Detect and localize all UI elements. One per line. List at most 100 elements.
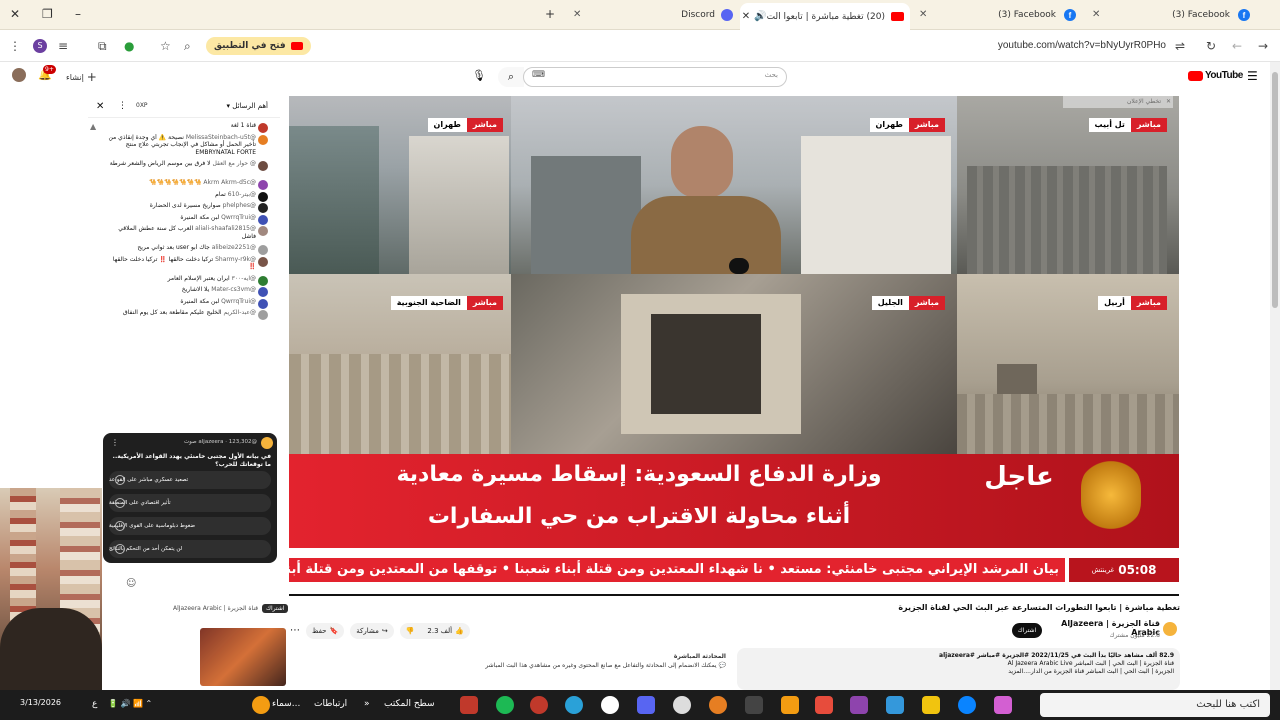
chat-mode-dropdown[interactable]: أهم الرسائل ▾ bbox=[227, 102, 268, 110]
chat-message[interactable]: @ حوار مع العقل لا فرق بين موسم الرياض و… bbox=[108, 160, 256, 168]
tab-close-icon[interactable]: ✕ bbox=[573, 9, 581, 20]
new-tab-button[interactable]: + bbox=[545, 7, 555, 21]
search-page-icon[interactable]: ⌕ bbox=[184, 39, 191, 54]
app-icon[interactable] bbox=[850, 696, 868, 714]
youtube-logo[interactable]: YouTube bbox=[1188, 70, 1243, 81]
app-icon[interactable] bbox=[709, 696, 727, 714]
dislike-icon[interactable]: 👎 bbox=[406, 627, 415, 635]
chat-message[interactable]: @Mater-cs3vm يلا الاشاريخ bbox=[108, 286, 256, 294]
close-icon[interactable]: ✕ bbox=[1166, 96, 1171, 108]
like-icon[interactable]: 👍 bbox=[455, 627, 464, 635]
app-icon[interactable] bbox=[530, 696, 548, 714]
open-in-app-button[interactable]: فتح في التطبيق bbox=[206, 37, 311, 55]
chat-author[interactable]: @MelissaSteinbach-u5t bbox=[184, 134, 256, 141]
description-box[interactable]: 82.9 ألف مشاهد حاليًا بدأ البث في 2022/1… bbox=[737, 648, 1180, 690]
more-actions-icon[interactable]: ⋯ bbox=[290, 623, 300, 639]
page-scrollbar[interactable] bbox=[1270, 62, 1280, 690]
chat-message[interactable]: @بيتر-610 تمام bbox=[108, 191, 256, 199]
close-chat-icon[interactable]: ✕ bbox=[96, 101, 104, 112]
edge-icon[interactable] bbox=[958, 696, 976, 714]
minimize-window-icon[interactable]: – bbox=[75, 7, 81, 21]
chat-avatar[interactable] bbox=[258, 203, 268, 213]
speaker-icon[interactable]: 🔊 bbox=[754, 11, 766, 22]
weather-icon[interactable] bbox=[252, 696, 270, 714]
weather-label[interactable]: سماء... bbox=[272, 699, 300, 709]
search-input[interactable]: ⌨ بحث bbox=[523, 67, 787, 87]
chat-author[interactable]: @Akrm Akrm-d5c bbox=[202, 179, 256, 186]
save-button[interactable]: حفظ 🔖 bbox=[306, 623, 345, 639]
recommended-thumbnail[interactable] bbox=[200, 628, 286, 686]
chat-author[interactable]: @alibeize2251 bbox=[210, 244, 256, 251]
scrollbar-thumb[interactable] bbox=[1272, 72, 1278, 308]
keyboard-icon[interactable]: ⌨ bbox=[532, 70, 778, 80]
extensions-icon[interactable]: ⧉ bbox=[98, 39, 107, 54]
chat-author[interactable]: @بيتر-610 bbox=[226, 191, 256, 198]
extension-icon[interactable]: ● bbox=[124, 39, 134, 53]
subscribe-button[interactable]: اشتراك bbox=[1012, 623, 1042, 638]
chat-avatar[interactable] bbox=[258, 191, 268, 202]
search-button[interactable]: ⌕ bbox=[498, 67, 524, 87]
system-tray-icons[interactable]: 🔋 🔊 📶 ⌃ bbox=[108, 699, 152, 708]
chat-author[interactable]: @ حوار مع العقل bbox=[211, 160, 256, 167]
chat-message[interactable]: @phelphes صواريخ مسيرة لدى الحضارة bbox=[108, 202, 256, 210]
copilot-icon[interactable] bbox=[994, 696, 1012, 714]
chat-message[interactable]: @QwrrqTrui لبن مكة المنيرة bbox=[108, 214, 256, 222]
app-icon[interactable] bbox=[460, 696, 478, 714]
taskbar-clock[interactable]: 3/13/2026 bbox=[20, 698, 61, 707]
tab-facebook-1[interactable]: f (3) Facebook bbox=[931, 4, 1076, 26]
chat-avatar[interactable] bbox=[258, 134, 268, 145]
youtube-icon[interactable] bbox=[815, 696, 833, 714]
close-window-icon[interactable]: ✕ bbox=[10, 7, 20, 21]
taskbar-search[interactable]: اكتب هنا للبحث bbox=[1040, 693, 1270, 717]
telegram-icon[interactable] bbox=[565, 696, 583, 714]
channel-avatar[interactable] bbox=[1163, 622, 1177, 636]
emoji-icon[interactable]: ☺ bbox=[126, 578, 136, 589]
chat-avatar[interactable] bbox=[258, 287, 268, 297]
chat-message[interactable]: @ايه-٣٠٠ ايران يعتبر الإسلام العامر bbox=[108, 275, 256, 283]
guide-menu-icon[interactable]: ☰ bbox=[1247, 69, 1258, 83]
create-button[interactable]: إنشاء + bbox=[66, 68, 97, 86]
chat-scroll-up-icon[interactable]: ▲ bbox=[90, 122, 96, 131]
chat-avatar[interactable] bbox=[258, 256, 268, 267]
profile-icon[interactable]: S bbox=[33, 39, 47, 53]
chat-author[interactable]: @عبد-الكريم bbox=[222, 309, 257, 316]
chat-author[interactable]: @Mater-cs3vm bbox=[209, 286, 256, 293]
chatgpt-icon[interactable] bbox=[601, 696, 619, 714]
chat-avatar[interactable] bbox=[258, 123, 268, 133]
chrome-icon[interactable] bbox=[673, 696, 691, 714]
avatar[interactable] bbox=[12, 68, 26, 82]
skip-ad-bar[interactable]: تخطي الإعلان ✕ bbox=[1063, 96, 1173, 108]
tab-discord[interactable]: Discord bbox=[585, 4, 733, 26]
forward-icon[interactable]: ← bbox=[1232, 39, 1242, 53]
tab-facebook-2[interactable]: f (3) Facebook bbox=[1104, 4, 1250, 26]
subscribe-mini-button[interactable]: اشتراك bbox=[262, 604, 289, 613]
chat-menu-icon[interactable]: ⋮ bbox=[118, 101, 127, 111]
chat-avatar[interactable] bbox=[258, 245, 268, 255]
browser-menu-icon[interactable]: ⋮ bbox=[9, 39, 21, 53]
chat-message[interactable]: @QwrrqTrui لبن مكة المنيرة bbox=[108, 298, 256, 306]
share-button[interactable]: مشاركة ↪ bbox=[350, 623, 394, 639]
tab-youtube-live[interactable]: (20) تغطية مباشرة | تابعوا الت 🔊 ✕ bbox=[740, 3, 910, 30]
input-language[interactable]: ع bbox=[92, 699, 97, 709]
poll-option[interactable]: تصعيد عسكري مباشر على القواعد bbox=[109, 471, 271, 489]
list-icon[interactable]: ≡ bbox=[58, 39, 68, 53]
chat-message[interactable]: @Sharmy-r9k تركيا دخلت حالقها ‼️ تركيا د… bbox=[108, 256, 256, 271]
url-field[interactable]: youtube.com/watch?v=bNyUyrR0PHo bbox=[900, 40, 1166, 51]
chat-author[interactable]: @QwrrqTrui bbox=[219, 298, 256, 305]
chat-message[interactable]: @alibeize2251 جاك أبو user بعد ثواني مري… bbox=[108, 244, 256, 252]
reload-icon[interactable]: ↻ bbox=[1206, 39, 1216, 53]
app-icon[interactable] bbox=[781, 696, 799, 714]
file-explorer-icon[interactable] bbox=[922, 696, 940, 714]
chat-avatar[interactable] bbox=[258, 161, 268, 171]
chat-avatar[interactable] bbox=[258, 310, 268, 320]
notifications-bell-icon[interactable]: 🔔 9+ bbox=[38, 65, 56, 81]
site-settings-icon[interactable]: ⇌ bbox=[1175, 39, 1185, 53]
back-icon[interactable]: → bbox=[1258, 39, 1268, 53]
chat-author[interactable]: @ايه-٣٠٠ bbox=[230, 275, 256, 282]
chat-avatar[interactable] bbox=[258, 180, 268, 190]
tab-close-icon[interactable]: ✕ bbox=[742, 11, 750, 22]
chat-avatar[interactable] bbox=[258, 275, 268, 286]
discord-icon[interactable] bbox=[637, 696, 655, 714]
chat-author[interactable]: @phelphes bbox=[221, 202, 256, 209]
chat-message[interactable]: @Akrm Akrm-d5c 🐪🐪🐪🐪🐪🐪🐪 bbox=[108, 179, 256, 187]
